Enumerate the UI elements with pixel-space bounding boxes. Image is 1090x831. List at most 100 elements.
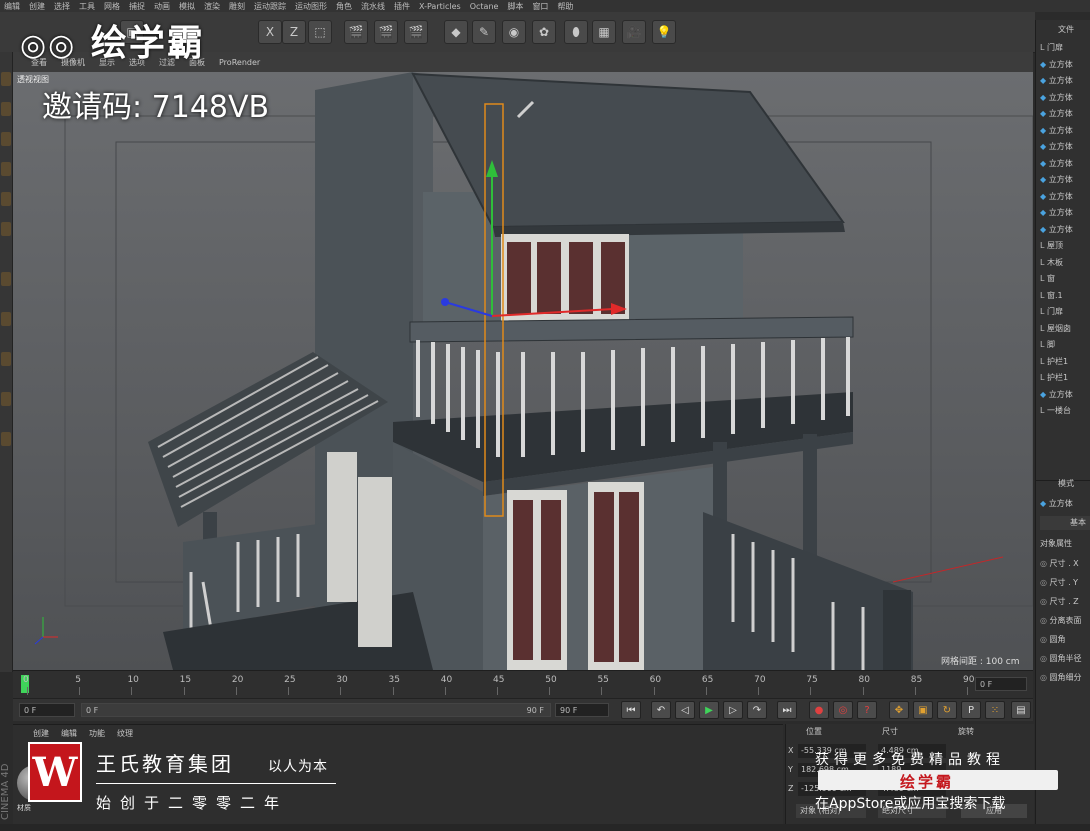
menu-item[interactable]: 流水线 — [361, 1, 385, 12]
attribute-property[interactable]: ◎ 圆角半径 — [1040, 653, 1082, 664]
menu-item[interactable]: 渲染 — [204, 1, 220, 12]
go-to-end-icon[interactable]: ⏭ — [777, 701, 797, 719]
menu-item[interactable]: 角色 — [336, 1, 352, 12]
menu-item[interactable]: 模拟 — [179, 1, 195, 12]
previous-key-icon[interactable]: ↶ — [651, 701, 671, 719]
menu-item[interactable]: X-Particles — [419, 2, 461, 11]
object-list-item[interactable]: ◆ 立方体 — [1040, 207, 1073, 218]
menu-item[interactable]: 网格 — [104, 1, 120, 12]
attribute-property[interactable]: ◎ 尺寸 . Y — [1040, 577, 1078, 588]
object-manager-tab[interactable]: 文件 — [1058, 24, 1074, 35]
object-list-item[interactable]: L 窗 — [1040, 273, 1055, 284]
render-picture-icon[interactable]: 🎬 — [374, 20, 398, 44]
current-frame-field[interactable]: 0 F — [975, 677, 1027, 691]
menu-item[interactable]: 运动图形 — [295, 1, 327, 12]
object-list-item[interactable]: ◆ 立方体 — [1040, 389, 1073, 400]
timeline-ruler[interactable]: 0 F 0 5 10 15 20 25 30 35 40 45 50 55 60 65 70 75 80 85 90 — [13, 670, 1033, 699]
object-list-item[interactable]: ◆ 立方体 — [1040, 224, 1073, 235]
workplane-icon[interactable] — [1, 392, 11, 406]
array-icon[interactable]: ✿ — [532, 20, 556, 44]
object-list-item[interactable]: ◆ 立方体 — [1040, 92, 1073, 103]
object-list-item[interactable]: L 屋顶 — [1040, 240, 1063, 251]
animate-property-icon[interactable]: ◎ — [1040, 559, 1050, 568]
animate-property-icon[interactable]: ◎ — [1040, 654, 1050, 663]
axis-mode-icon[interactable] — [1, 272, 11, 286]
snap-icon[interactable] — [1, 352, 11, 366]
object-list-item[interactable]: L 门扉 — [1040, 306, 1063, 317]
scale-key-icon[interactable]: ▣ — [913, 701, 933, 719]
material-menu-tab[interactable]: 创建 — [33, 728, 49, 739]
animate-property-icon[interactable]: ◎ — [1040, 673, 1050, 682]
attribute-property[interactable]: ◎ 尺寸 . Z — [1040, 596, 1079, 607]
perspective-viewport[interactable]: 透视视图 网格间距: 100 cm — [13, 72, 1033, 670]
attribute-property[interactable]: ◎ 尺寸 . X — [1040, 558, 1079, 569]
house-model-render[interactable] — [13, 72, 1033, 670]
next-frame-icon[interactable]: ▷ — [723, 701, 743, 719]
object-list-item[interactable]: ◆ 立方体 — [1040, 75, 1073, 86]
menu-item[interactable]: 帮助 — [557, 1, 573, 12]
deformer-icon[interactable]: ⬮ — [564, 20, 588, 44]
object-list-item[interactable]: ◆ 立方体 — [1040, 108, 1073, 119]
make-editable-icon[interactable] — [1, 72, 11, 86]
object-list-item[interactable]: L 脚 — [1040, 339, 1055, 350]
primitive-cube-icon[interactable]: ◆ — [444, 20, 468, 44]
material-name[interactable]: 材质 — [17, 803, 31, 813]
menu-item[interactable]: 工具 — [79, 1, 95, 12]
menu-item[interactable]: 插件 — [394, 1, 410, 12]
material-menu-tab[interactable]: 纹理 — [117, 728, 133, 739]
lock-workplane-icon[interactable] — [1, 432, 11, 446]
pen-spline-icon[interactable]: ✎ — [472, 20, 496, 44]
menu-item[interactable]: 选择 — [54, 1, 70, 12]
floor-icon[interactable]: ▦ — [592, 20, 616, 44]
material-menu-tab[interactable]: 功能 — [89, 728, 105, 739]
object-list-item[interactable]: ◆ 立方体 — [1040, 191, 1073, 202]
play-icon[interactable]: ▶ — [699, 701, 719, 719]
animate-property-icon[interactable]: ◎ — [1040, 578, 1050, 587]
menu-item[interactable]: 窗口 — [532, 1, 548, 12]
object-list-item[interactable]: ◆ 立方体 — [1040, 174, 1073, 185]
attribute-property[interactable]: ◎ 圆角细分 — [1040, 672, 1082, 683]
light-icon[interactable]: 💡 — [652, 20, 676, 44]
object-list-item[interactable]: ◆ 立方体 — [1040, 125, 1073, 136]
menu-item[interactable]: 脚本 — [507, 1, 523, 12]
object-list-item[interactable]: L 门扉 — [1040, 42, 1063, 53]
object-list-item[interactable]: ◆ 立方体 — [1040, 59, 1073, 70]
object-list-item[interactable]: ◆ 立方体 — [1040, 158, 1073, 169]
object-list-item[interactable]: L 窗.1 — [1040, 290, 1063, 301]
points-mode-icon[interactable] — [1, 162, 11, 176]
go-to-start-icon[interactable]: ⏮ — [621, 701, 641, 719]
attribute-property[interactable]: ◎ 圆角 — [1040, 634, 1066, 645]
animate-property-icon[interactable]: ◎ — [1040, 597, 1050, 606]
end-frame-field[interactable]: 90 F — [555, 703, 609, 717]
coordinate-system-icon[interactable]: ⬚ — [308, 20, 332, 44]
tweak-mode-icon[interactable] — [1, 312, 11, 326]
polygons-mode-icon[interactable] — [1, 222, 11, 236]
record-keys-icon[interactable]: ● — [809, 701, 829, 719]
x-axis-icon[interactable]: X — [258, 20, 282, 44]
menu-item[interactable]: 捕捉 — [129, 1, 145, 12]
z-axis-icon[interactable]: Z — [282, 20, 306, 44]
object-list-item[interactable]: L 护栏1 — [1040, 356, 1068, 367]
object-list-item[interactable]: L 木板 — [1040, 257, 1063, 268]
viewport-tab[interactable]: ProRender — [219, 58, 260, 67]
nurbs-icon[interactable]: ◉ — [502, 20, 526, 44]
attribute-property[interactable]: ◎ 分离表面 — [1040, 615, 1082, 626]
render-settings-icon[interactable]: 🎬 — [404, 20, 428, 44]
auto-key-icon[interactable]: ◎ — [833, 701, 853, 719]
animate-property-icon[interactable]: ◎ — [1040, 635, 1050, 644]
texture-mode-icon[interactable] — [1, 132, 11, 146]
menu-item[interactable]: 创建 — [29, 1, 45, 12]
timeline-window-icon[interactable]: ▤ — [1011, 701, 1031, 719]
previous-frame-icon[interactable]: ◁ — [675, 701, 695, 719]
attributes-mode-tab[interactable]: 模式 — [1058, 478, 1074, 489]
object-list-item[interactable]: ◆ 立方体 — [1040, 141, 1073, 152]
menu-item[interactable]: 动画 — [154, 1, 170, 12]
animate-property-icon[interactable]: ◎ — [1040, 616, 1050, 625]
next-key-icon[interactable]: ↷ — [747, 701, 767, 719]
frame-range-slider[interactable]: 0 F 90 F — [81, 703, 551, 717]
parameter-key-icon[interactable]: P — [961, 701, 981, 719]
object-list-item[interactable]: L 屋烟囱 — [1040, 323, 1071, 334]
object-list-item[interactable]: L 护栏1 — [1040, 372, 1068, 383]
keyframe-selection-icon[interactable]: ? — [857, 701, 877, 719]
camera-icon[interactable]: 🎥 — [622, 20, 646, 44]
